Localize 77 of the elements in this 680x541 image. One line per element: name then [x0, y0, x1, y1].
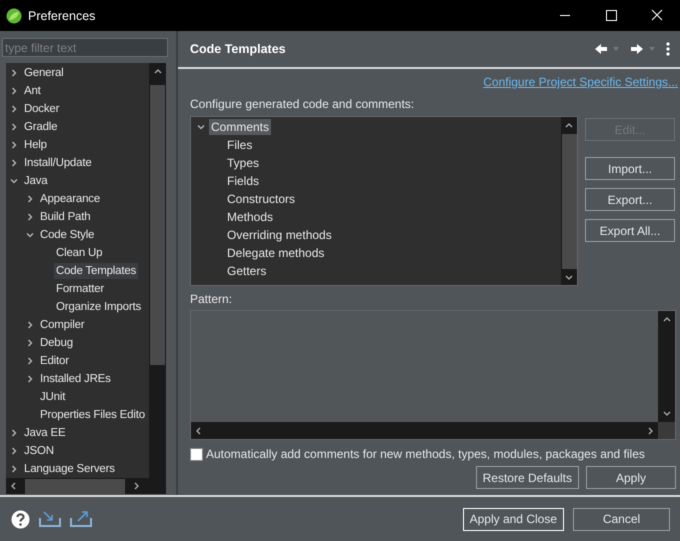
tree-item[interactable]: Files	[225, 137, 254, 153]
chevron-right-icon[interactable]	[9, 140, 19, 150]
tree-item[interactable]: Clean Up	[54, 245, 104, 261]
chevron-right-icon[interactable]	[25, 212, 35, 222]
leaf-logo-icon	[6, 8, 22, 24]
tree-item[interactable]: Docker	[22, 101, 62, 117]
chevron-right-icon[interactable]	[9, 464, 19, 474]
tree-item[interactable]: Editor	[38, 353, 71, 369]
chevron-right-icon[interactable]	[25, 320, 35, 330]
template-button[interactable]: Import...	[585, 157, 675, 180]
tree-item[interactable]: Build Path	[38, 209, 92, 225]
template-button[interactable]: Export...	[585, 188, 675, 211]
filter-field[interactable]: type filter text	[2, 38, 168, 57]
tree-item[interactable]: JUnit	[38, 389, 68, 405]
chevron-down-icon[interactable]	[25, 230, 35, 240]
template-button[interactable]: Export All...	[585, 219, 675, 242]
chevron-right-icon[interactable]	[9, 68, 19, 78]
vertical-scrollbar[interactable]	[658, 311, 675, 422]
tree-item[interactable]: Fields	[225, 173, 262, 189]
chevron-right-icon[interactable]	[9, 428, 19, 438]
tree-item[interactable]: JSON	[22, 443, 56, 459]
tree-item[interactable]: Properties Files Edito	[38, 407, 147, 423]
chevron-right-icon[interactable]	[9, 86, 19, 96]
page-button[interactable]: Restore Defaults	[476, 466, 579, 489]
help-icon[interactable]	[11, 510, 30, 528]
menu-icon[interactable]	[666, 42, 670, 56]
vertical-scrollbar[interactable]	[149, 63, 166, 478]
page-title: Code Templates	[190, 42, 286, 56]
tree-item[interactable]: Compiler	[38, 317, 86, 333]
dialog-button[interactable]: Apply and Close	[462, 508, 564, 530]
tree-item[interactable]: Install/Update	[22, 155, 94, 171]
tree-item[interactable]: Appearance	[38, 191, 102, 207]
horizontal-scrollbar[interactable]	[191, 422, 658, 439]
export-icon[interactable]	[70, 510, 92, 528]
chevron-right-icon[interactable]	[9, 104, 19, 114]
tree-item[interactable]: Getters	[225, 263, 268, 279]
intro-label: Configure generated code and comments:	[190, 97, 416, 111]
tree-item[interactable]: Constructors	[225, 191, 298, 207]
tree-item[interactable]: Debug	[38, 335, 75, 351]
tree-item[interactable]: Types	[225, 155, 262, 171]
forward-arrow-icon[interactable]	[630, 43, 644, 55]
chevron-right-icon[interactable]	[9, 158, 19, 168]
tree-item[interactable]: Comments	[209, 119, 272, 135]
checkbox[interactable]	[190, 448, 203, 460]
back-arrow-icon[interactable]	[594, 43, 608, 55]
scrollbar-corner	[658, 422, 675, 439]
tree-item[interactable]: General	[22, 65, 66, 81]
tree-item[interactable]: Code Style	[38, 227, 96, 243]
vertical-scrollbar[interactable]	[561, 117, 577, 285]
dialog-button[interactable]: Cancel	[573, 508, 670, 530]
tree-item[interactable]: Formatter	[54, 281, 106, 297]
tree-item[interactable]: Overriding methods	[225, 227, 334, 243]
chevron-right-icon[interactable]	[9, 446, 19, 456]
chevron-down-icon[interactable]	[196, 122, 206, 132]
tree-item[interactable]: Java	[22, 173, 50, 189]
chevron-right-icon[interactable]	[9, 122, 19, 132]
tree-item[interactable]: Help	[22, 137, 49, 153]
chevron-right-icon[interactable]	[25, 356, 35, 366]
tree-item[interactable]: Code Templates	[54, 263, 138, 279]
horizontal-scrollbar[interactable]	[6, 478, 149, 494]
tree-item[interactable]: Installed JREs	[38, 371, 113, 387]
tree-item[interactable]: Ant	[22, 83, 43, 99]
chevron-right-icon[interactable]	[25, 374, 35, 384]
tree-item[interactable]: Language Servers	[22, 461, 117, 477]
checkbox-label[interactable]: Automatically add comments for new methods, types, modules, packages and files	[206, 447, 645, 461]
chevron-right-icon[interactable]	[25, 338, 35, 348]
tree-item[interactable]: Java EE	[22, 425, 68, 441]
tree-item[interactable]: Organize Imports	[54, 299, 143, 315]
chevron-right-icon[interactable]	[25, 194, 35, 204]
import-icon[interactable]	[39, 510, 61, 528]
tree-item[interactable]: Methods	[225, 209, 276, 225]
page-button[interactable]: Apply	[586, 466, 676, 489]
pattern-label: Pattern:	[190, 292, 234, 306]
window-title: Preferences	[28, 8, 96, 22]
tree-item[interactable]: Delegate methods	[225, 245, 326, 261]
tree-item[interactable]: Gradle	[22, 119, 60, 135]
chevron-down-icon[interactable]	[9, 176, 19, 186]
